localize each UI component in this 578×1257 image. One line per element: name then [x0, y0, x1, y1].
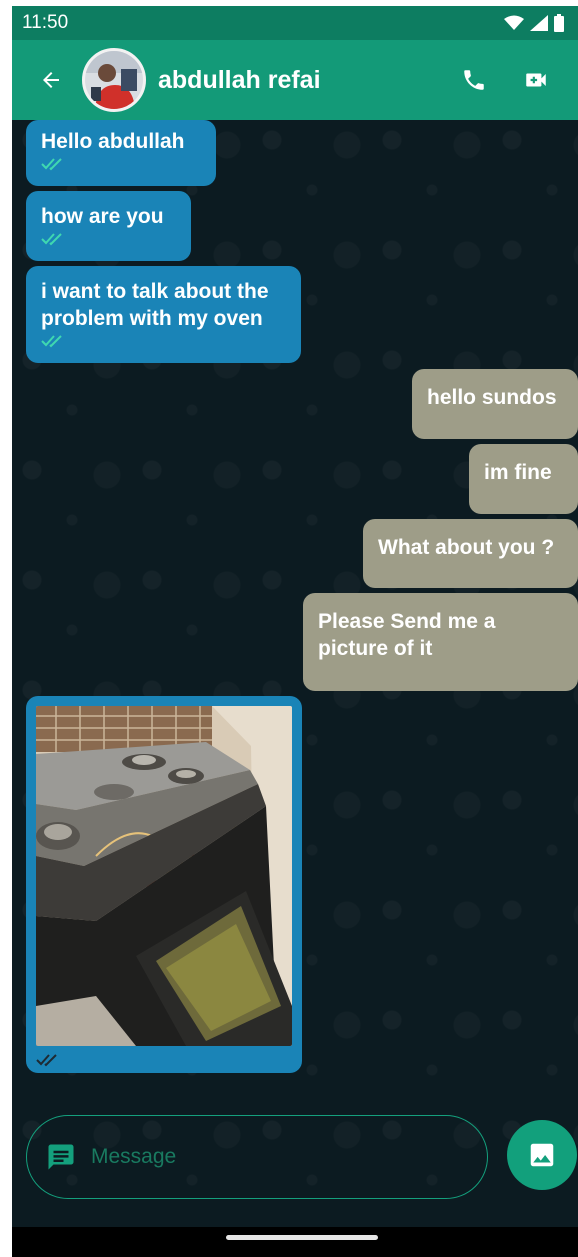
- read-ticks-icon: [41, 233, 62, 246]
- avatar[interactable]: [82, 48, 146, 112]
- battery-icon: [554, 14, 564, 32]
- oven-photo[interactable]: [36, 706, 292, 1046]
- read-ticks-icon: [41, 158, 62, 171]
- image-message-bubble[interactable]: [26, 696, 302, 1073]
- message-text: Please Send me a picture of it: [318, 610, 496, 660]
- phone-icon: [464, 70, 484, 90]
- contact-name[interactable]: abdullah refai: [158, 66, 321, 95]
- message-text: What about you ?: [378, 536, 555, 559]
- message-text: i want to talk about the problem with my…: [41, 280, 269, 330]
- message-text: im fine: [484, 461, 552, 484]
- arrow-left-icon: [43, 72, 59, 88]
- message-text: Hello abdullah: [41, 130, 185, 153]
- message-bubble-incoming[interactable]: i want to talk about the problem with my…: [26, 266, 301, 363]
- message-bubble-incoming[interactable]: Hello abdullah: [26, 120, 216, 186]
- home-indicator[interactable]: [226, 1235, 378, 1240]
- back-button[interactable]: [26, 50, 76, 110]
- navigation-bar: [12, 1227, 578, 1257]
- message-icon-button[interactable]: [43, 1139, 79, 1175]
- read-ticks-icon: [41, 335, 62, 348]
- message-bubble-outgoing[interactable]: Please Send me a picture of it: [303, 593, 578, 691]
- message-bubble-incoming[interactable]: how are you: [26, 191, 191, 261]
- oven-photo-illustration: [36, 706, 292, 1046]
- message-text: hello sundos: [427, 386, 557, 409]
- video-call-button[interactable]: [512, 56, 560, 104]
- message-bubble-outgoing[interactable]: im fine: [469, 444, 578, 514]
- wifi-icon: [504, 15, 524, 30]
- video-call-icon: [526, 73, 546, 87]
- status-time: 11:50: [22, 12, 69, 33]
- message-icon: [48, 1144, 74, 1170]
- status-bar: 11:50: [12, 6, 578, 40]
- message-input-box[interactable]: [26, 1115, 488, 1199]
- voice-call-button[interactable]: [450, 56, 498, 104]
- message-input[interactable]: [91, 1145, 451, 1169]
- message-bubble-outgoing[interactable]: What about you ?: [363, 519, 578, 588]
- signal-icon: [530, 15, 548, 31]
- send-image-button[interactable]: [507, 1120, 577, 1190]
- sent-ticks-icon: [36, 1054, 57, 1067]
- message-text: how are you: [41, 205, 164, 228]
- message-bubble-outgoing[interactable]: hello sundos: [412, 369, 578, 439]
- image-icon: [530, 1143, 554, 1167]
- status-icons: [504, 14, 564, 32]
- avatar-photo: [85, 51, 143, 109]
- app-bar: abdullah refai: [12, 40, 578, 120]
- chat-area[interactable]: Hello abdullah how are you i want to tal…: [12, 120, 578, 1227]
- phone-screen: 11:50 abdullah refai Hello abdullah how …: [12, 6, 578, 1257]
